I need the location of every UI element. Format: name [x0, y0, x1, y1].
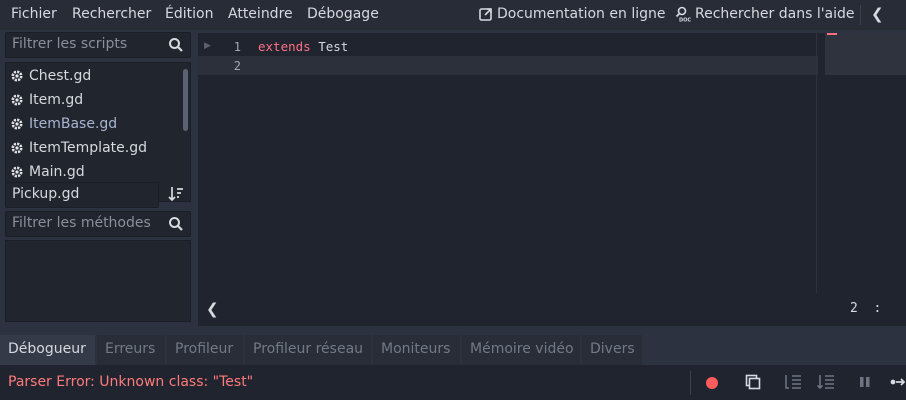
tab-profileur[interactable]: Profileur	[167, 335, 243, 365]
script-item-label: ItemBase.gd	[29, 116, 118, 132]
script-item-item[interactable]: Item.gd	[10, 88, 83, 112]
tab-memoire-video[interactable]: Mémoire vidéo	[462, 335, 580, 365]
menu-edition[interactable]: Édition	[165, 6, 213, 22]
filter-methods-placeholder: Filtrer les méthodes	[12, 215, 151, 231]
minimap-divider	[816, 33, 817, 293]
cursor-position: 2 : 1	[850, 301, 906, 316]
script-item-chest[interactable]: Chest.gd	[10, 64, 91, 88]
bottom-panel-tabs: Débogueur Erreurs Profileur Profileur ré…	[0, 333, 906, 365]
step-into-icon[interactable]	[784, 374, 802, 390]
gear-icon	[11, 166, 23, 178]
script-item-label: Main.gd	[29, 164, 85, 180]
menu-debogage[interactable]: Débogage	[307, 6, 379, 22]
script-item-label: ItemTemplate.gd	[29, 140, 147, 156]
menu-fichier[interactable]: Fichier	[11, 6, 57, 22]
debugger-toolbar: Parser Error: Unknown class: "Test"	[0, 365, 906, 400]
editor-status-bar: ❮ 2 : 1	[198, 293, 906, 326]
gear-icon	[11, 94, 23, 106]
script-list-scrollbar[interactable]	[183, 69, 188, 131]
toggle-scripts-panel-button[interactable]: ❮	[206, 300, 219, 318]
cursor-separator: :	[873, 301, 882, 316]
tab-debogueur[interactable]: Débogueur	[0, 335, 95, 365]
external-link-icon	[479, 8, 492, 21]
gear-icon	[11, 70, 23, 82]
search-icon	[169, 217, 183, 231]
gear-icon	[11, 118, 23, 130]
search-help-button[interactable]: DOC Rechercher dans l'aide	[675, 6, 855, 22]
script-item-itembase[interactable]: ItemBase.gd	[10, 112, 117, 136]
filter-scripts-input[interactable]: Filtrer les scripts	[5, 32, 191, 58]
script-list[interactable]: Chest.gd Item.gd ItemBase.gd ItemTemplat…	[5, 62, 191, 202]
fold-arrow-icon[interactable]: ▶	[204, 41, 211, 51]
current-script-field: Pickup.gd	[5, 182, 159, 208]
nav-back-button[interactable]: ❮	[871, 5, 884, 23]
menu-bar: Fichier Rechercher Édition Atteindre Déb…	[0, 0, 906, 30]
script-item-main[interactable]: Main.gd	[10, 160, 85, 184]
menu-atteindre[interactable]: Atteindre	[228, 6, 293, 22]
tab-profileur-reseau[interactable]: Profileur réseau	[245, 335, 371, 365]
code-text: Test	[310, 39, 349, 54]
menu-divider	[860, 5, 861, 25]
error-message: Parser Error: Unknown class: "Test"	[8, 374, 254, 390]
record-icon[interactable]	[704, 375, 720, 391]
tab-divers[interactable]: Divers	[582, 335, 642, 365]
toolbar-divider	[690, 371, 691, 395]
minimap-viewport[interactable]	[825, 33, 906, 75]
current-script-label: Pickup.gd	[12, 186, 80, 202]
script-item-label: Chest.gd	[29, 68, 92, 84]
filter-scripts-placeholder: Filtrer les scripts	[12, 36, 128, 52]
code-editor[interactable]: ▶ 1 2 extends Test	[198, 33, 906, 293]
line-number: 2	[233, 59, 241, 73]
code-line-1: extends Test	[258, 39, 348, 54]
tab-erreurs[interactable]: Erreurs	[97, 335, 165, 365]
online-docs-label: Documentation en ligne	[497, 6, 666, 22]
continue-icon[interactable]	[890, 375, 906, 389]
search-icon	[169, 38, 183, 52]
cursor-line: 2	[850, 301, 858, 316]
online-docs-button[interactable]: Documentation en ligne	[479, 6, 665, 22]
step-over-icon[interactable]	[817, 374, 835, 390]
line-number: 1	[233, 40, 241, 54]
menu-rechercher[interactable]: Rechercher	[72, 6, 151, 22]
pause-icon[interactable]	[858, 375, 872, 389]
code-keyword: extends	[258, 39, 311, 54]
script-item-itemtemplate[interactable]: ItemTemplate.gd	[10, 136, 147, 160]
doc-search-icon: DOC	[675, 6, 691, 22]
gear-icon	[11, 142, 23, 154]
current-line-highlight	[198, 56, 818, 75]
scripts-panel: Filtrer les scripts Chest.gd Item.gd Ite…	[0, 30, 198, 326]
script-item-label: Item.gd	[29, 92, 84, 108]
sort-icon[interactable]	[168, 186, 184, 202]
search-help-label: Rechercher dans l'aide	[695, 6, 855, 22]
minimap-code-mark	[827, 33, 837, 35]
copy-icon[interactable]	[745, 374, 761, 390]
methods-list[interactable]	[5, 240, 191, 322]
svg-text:DOC: DOC	[679, 18, 691, 23]
filter-methods-input[interactable]: Filtrer les méthodes	[5, 211, 191, 237]
tab-moniteurs[interactable]: Moniteurs	[373, 335, 460, 365]
